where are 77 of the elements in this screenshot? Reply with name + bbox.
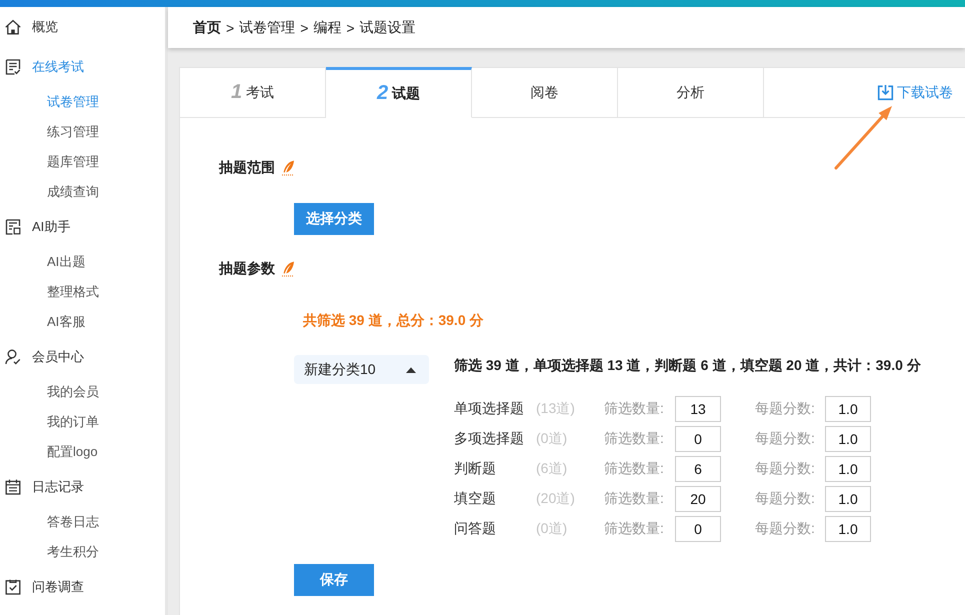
count-input[interactable]: 0 xyxy=(675,426,721,452)
question-type-label: 问答题 xyxy=(454,520,497,538)
calendar-icon xyxy=(5,479,21,495)
breadcrumb-link[interactable]: 试卷管理 xyxy=(239,18,296,36)
section-title: 抽题范围 xyxy=(219,159,275,177)
breadcrumb-link[interactable]: 编程 xyxy=(313,18,342,36)
available-count: (0道) xyxy=(536,520,568,538)
sidebar-item[interactable]: 在线考试 xyxy=(0,47,165,87)
score-label: 每题分数: xyxy=(755,430,816,448)
sidebar-subitem[interactable]: 整理格式 xyxy=(0,277,165,307)
clipboard-check-icon xyxy=(5,579,21,595)
question-type-label: 判断题 xyxy=(454,460,497,478)
sidebar-item[interactable]: 日志记录 xyxy=(0,467,165,507)
sidebar-item[interactable]: 概览 xyxy=(0,7,165,47)
sidebar-subitem[interactable]: 我的订单 xyxy=(0,407,165,437)
score-input[interactable]: 1.0 xyxy=(825,456,871,482)
count-label: 筛选数量: xyxy=(604,490,665,508)
score-label: 每题分数: xyxy=(755,490,816,508)
question-type-label: 多项选择题 xyxy=(454,430,525,448)
total-summary: 共筛选 39 道，总分：39.0 分 xyxy=(303,311,484,330)
tab[interactable]: 1 考试 xyxy=(180,67,326,118)
sidebar-subitem[interactable]: 试卷管理 xyxy=(0,87,165,117)
download-link[interactable]: 下载试卷 xyxy=(877,84,953,102)
checklist-icon xyxy=(5,59,21,75)
available-count: (13道) xyxy=(536,400,576,418)
sidebar-subitem[interactable]: 题库管理 xyxy=(0,147,165,177)
score-label: 每题分数: xyxy=(755,400,816,418)
breadcrumb-separator: > xyxy=(300,20,308,36)
count-input[interactable]: 6 xyxy=(675,456,721,482)
count-label: 筛选数量: xyxy=(604,400,665,418)
sidebar-subitem[interactable]: AI出题 xyxy=(0,247,165,277)
question-type-label: 填空题 xyxy=(454,490,497,508)
section-title: 抽题参数 xyxy=(219,260,275,278)
home-icon xyxy=(5,19,21,35)
breadcrumb-link[interactable]: 试题设置 xyxy=(360,18,416,36)
document-icon xyxy=(5,219,21,235)
count-input[interactable]: 13 xyxy=(675,396,721,422)
sidebar-subitem[interactable]: 配置logo xyxy=(0,437,165,467)
question-type-label: 单项选择题 xyxy=(454,400,525,418)
save-button[interactable]: 保存 xyxy=(294,564,374,596)
score-input[interactable]: 1.0 xyxy=(825,396,871,422)
available-count: (20道) xyxy=(536,490,576,508)
sidebar-item[interactable]: 问卷调查 xyxy=(0,567,165,607)
category-summary: 筛选 39 道，单项选择题 13 道，判断题 6 道，填空题 20 道，共计：39.0 分 xyxy=(454,356,921,375)
feather-icon xyxy=(281,261,295,277)
annotation-arrow xyxy=(834,106,892,170)
count-label: 筛选数量: xyxy=(604,460,665,478)
score-label: 每题分数: xyxy=(755,520,816,538)
count-label: 筛选数量: xyxy=(604,520,665,538)
sidebar-subitem[interactable]: 答卷日志 xyxy=(0,507,165,537)
count-input[interactable]: 0 xyxy=(675,516,721,542)
score-input[interactable]: 1.0 xyxy=(825,486,871,512)
sidebar-subitem[interactable]: 我的会员 xyxy=(0,377,165,407)
available-count: (6道) xyxy=(536,460,568,478)
tab[interactable]: 阅卷 xyxy=(472,67,618,118)
sidebar-subitem[interactable]: 成绩查询 xyxy=(0,177,165,207)
score-input[interactable]: 1.0 xyxy=(825,516,871,542)
tab[interactable]: 分析 xyxy=(618,67,764,118)
tab[interactable]: 2 试题 xyxy=(326,67,472,118)
download-icon xyxy=(877,84,894,101)
select-category-button[interactable]: 选择分类 xyxy=(294,203,374,235)
sidebar-subitem[interactable]: 练习管理 xyxy=(0,117,165,147)
score-label: 每题分数: xyxy=(755,460,816,478)
sidebar-subitem[interactable]: 考生积分 xyxy=(0,537,165,567)
sidebar-item[interactable]: 会员中心 xyxy=(0,337,165,377)
count-label: 筛选数量: xyxy=(604,430,665,448)
breadcrumb-separator: > xyxy=(226,20,234,36)
count-input[interactable]: 20 xyxy=(675,486,721,512)
user-check-icon xyxy=(5,349,21,365)
sidebar-item[interactable]: AI助手 xyxy=(0,207,165,247)
score-input[interactable]: 1.0 xyxy=(825,426,871,452)
feather-icon xyxy=(281,160,295,176)
breadcrumb-link[interactable]: 首页 xyxy=(193,18,221,36)
sidebar-subitem[interactable]: AI客服 xyxy=(0,307,165,337)
breadcrumb-separator: > xyxy=(346,20,355,36)
category-dropdown[interactable]: 新建分类10 xyxy=(294,355,429,384)
available-count: (0道) xyxy=(536,430,568,448)
